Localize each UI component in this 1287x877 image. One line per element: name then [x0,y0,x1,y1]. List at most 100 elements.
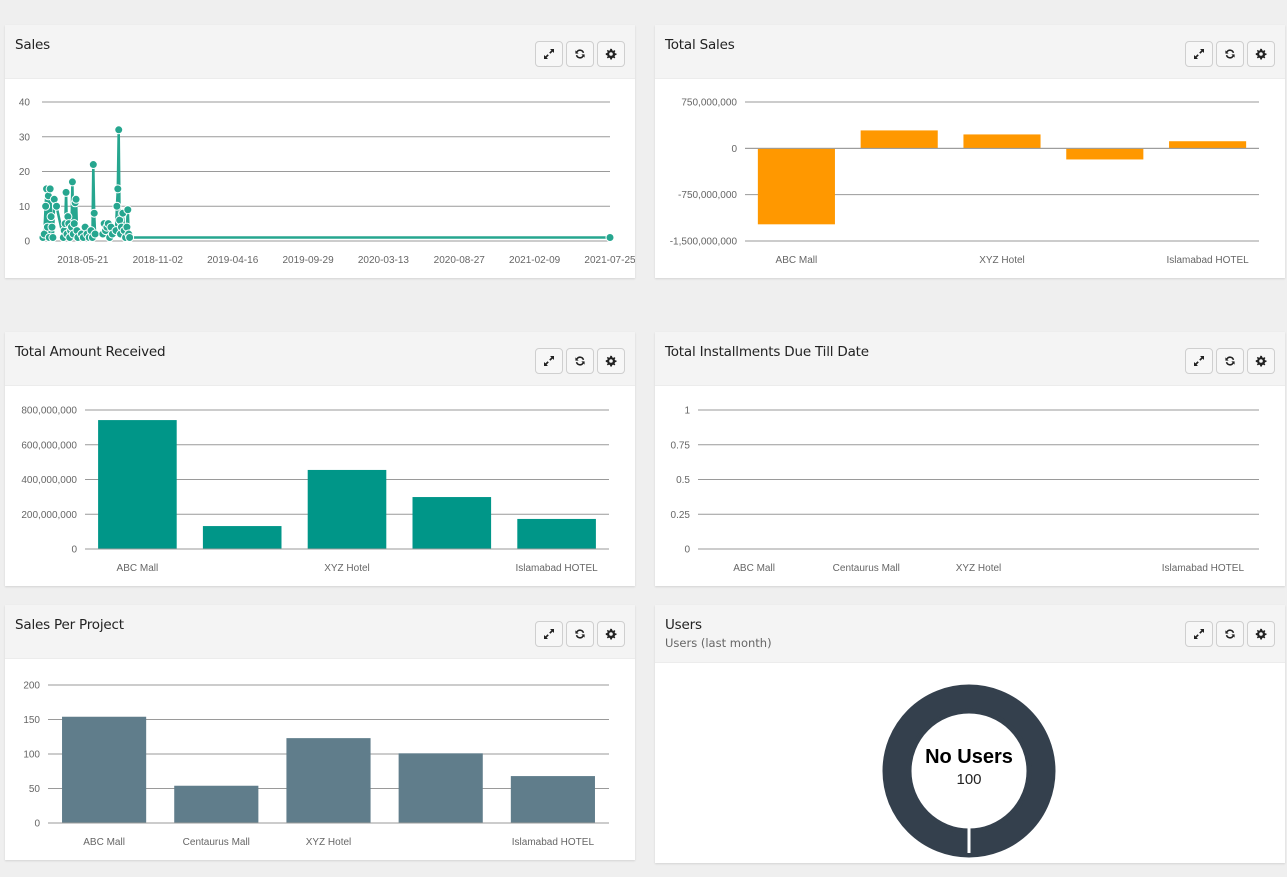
panel-toolbar [535,348,625,374]
refresh-button[interactable] [566,41,594,67]
sales-panel: Sales 0 10 20 30 40 2018-05-21 2018-11-02 2019-… [5,25,636,278]
gear-icon [605,48,617,60]
total-amount-received-panel: Total Amount Received 0 200,000,000 400,00… [5,332,635,586]
sales-series-line [41,128,610,239]
x-tick-label: 2018-05-21 [57,255,109,266]
expand-button[interactable] [535,41,563,67]
expand-icon [1193,628,1205,640]
bar [307,469,387,549]
refresh-icon [1224,355,1236,367]
bar [398,753,483,823]
sales-per-project-panel: Sales Per Project 0 50 100 150 200 ABC Mall Ce… [5,605,635,860]
panel-subtitle: Users (last month) [665,636,772,650]
settings-button[interactable] [1247,621,1275,647]
data-point [90,229,100,239]
panel-toolbar [535,41,625,67]
y-tick-label: 20 [19,167,31,178]
settings-button[interactable] [597,41,625,67]
panel-title: Total Sales [665,37,735,53]
y-tick-label: 0 [24,237,30,248]
refresh-button[interactable] [566,621,594,647]
y-tick-label: 30 [19,132,31,143]
users-panel: Users Users (last month) No Users 100 [655,605,1285,863]
data-point [46,212,56,222]
sales-line-chart: 0 10 20 30 40 2018-05-21 2018-11-02 2019-04-16 2… [19,98,636,267]
x-tick-label: 2018-11-02 [133,255,184,266]
y-tick-label: -750,000,000 [678,190,737,201]
y-tick-label: 50 [29,784,41,795]
data-point [48,233,58,243]
x-tick-label: 2020-08-27 [434,255,486,266]
x-tick-label: XYZ Hotel [324,563,370,574]
y-tick-label: 0.25 [671,510,691,521]
data-point [47,222,57,232]
y-tick-label: 100 [23,750,40,761]
expand-icon [1193,48,1205,60]
y-tick-label: 0.75 [671,440,691,451]
total-amount-received-panel-header: Total Amount Received [5,332,635,386]
bar [510,776,595,823]
settings-button[interactable] [597,348,625,374]
y-tick-label: 0 [731,144,737,155]
bar [62,716,147,823]
x-tick-label: Islamabad HOTEL [512,837,595,848]
x-tick-label: 2019-09-29 [282,255,334,266]
y-tick-label: 800,000,000 [21,406,77,417]
bar [202,526,282,549]
expand-button[interactable] [535,621,563,647]
x-tick-label: Centaurus Mall [183,837,250,848]
refresh-button[interactable] [1216,621,1244,647]
data-point [61,187,71,197]
total-installments-panel: Total Installments Due Till Date 0 0.25 0.… [655,332,1285,586]
refresh-button[interactable] [1216,348,1244,374]
expand-button[interactable] [1185,621,1213,647]
refresh-icon [574,48,586,60]
bar [757,148,835,225]
data-point [88,160,98,170]
data-point [67,177,77,187]
total-installments-panel-header: Total Installments Due Till Date [655,332,1285,386]
settings-button[interactable] [1247,348,1275,374]
x-tick-label: Centaurus Mall [833,563,900,574]
bar [1169,141,1247,149]
expand-button[interactable] [1185,41,1213,67]
expand-button[interactable] [535,348,563,374]
refresh-button[interactable] [566,348,594,374]
sales-panel-header: Sales [5,25,635,79]
data-point [89,208,99,218]
expand-icon [543,628,555,640]
data-point [605,233,615,243]
panel-title: Total Installments Due Till Date [665,344,869,360]
x-tick-label: XYZ Hotel [306,837,352,848]
x-tick-label: XYZ Hotel [979,255,1025,266]
gear-icon [1255,48,1267,60]
y-tick-label: 10 [19,202,31,213]
panel-title: Sales Per Project [15,617,124,633]
expand-icon [543,48,555,60]
y-tick-label: 750,000,000 [681,98,737,109]
data-point [125,233,135,243]
refresh-button[interactable] [1216,41,1244,67]
y-tick-label: 0 [71,545,77,556]
bar [286,738,371,823]
users-donut-chart: No Users 100 [882,684,1056,858]
donut-center-label: No Users [925,746,1013,768]
x-tick-label: 2019-04-16 [207,255,259,266]
sales-per-project-bar-chart: 0 50 100 150 200 ABC Mall Centaurus Mall XYZ Ho… [23,681,609,848]
refresh-icon [1224,628,1236,640]
bar [860,130,938,149]
data-point [71,194,81,204]
bar [517,518,596,549]
x-tick-label: ABC Mall [83,837,125,848]
y-tick-label: 0.5 [676,475,690,486]
y-tick-label: 200 [23,681,40,692]
x-tick-label: Islamabad HOTEL [1166,255,1249,266]
data-point [45,184,55,194]
x-tick-label: XYZ Hotel [956,563,1002,574]
settings-button[interactable] [1247,41,1275,67]
settings-button[interactable] [597,621,625,647]
expand-button[interactable] [1185,348,1213,374]
bar [174,785,259,823]
panel-toolbar [1185,41,1275,67]
sales-per-project-panel-header: Sales Per Project [5,605,635,659]
